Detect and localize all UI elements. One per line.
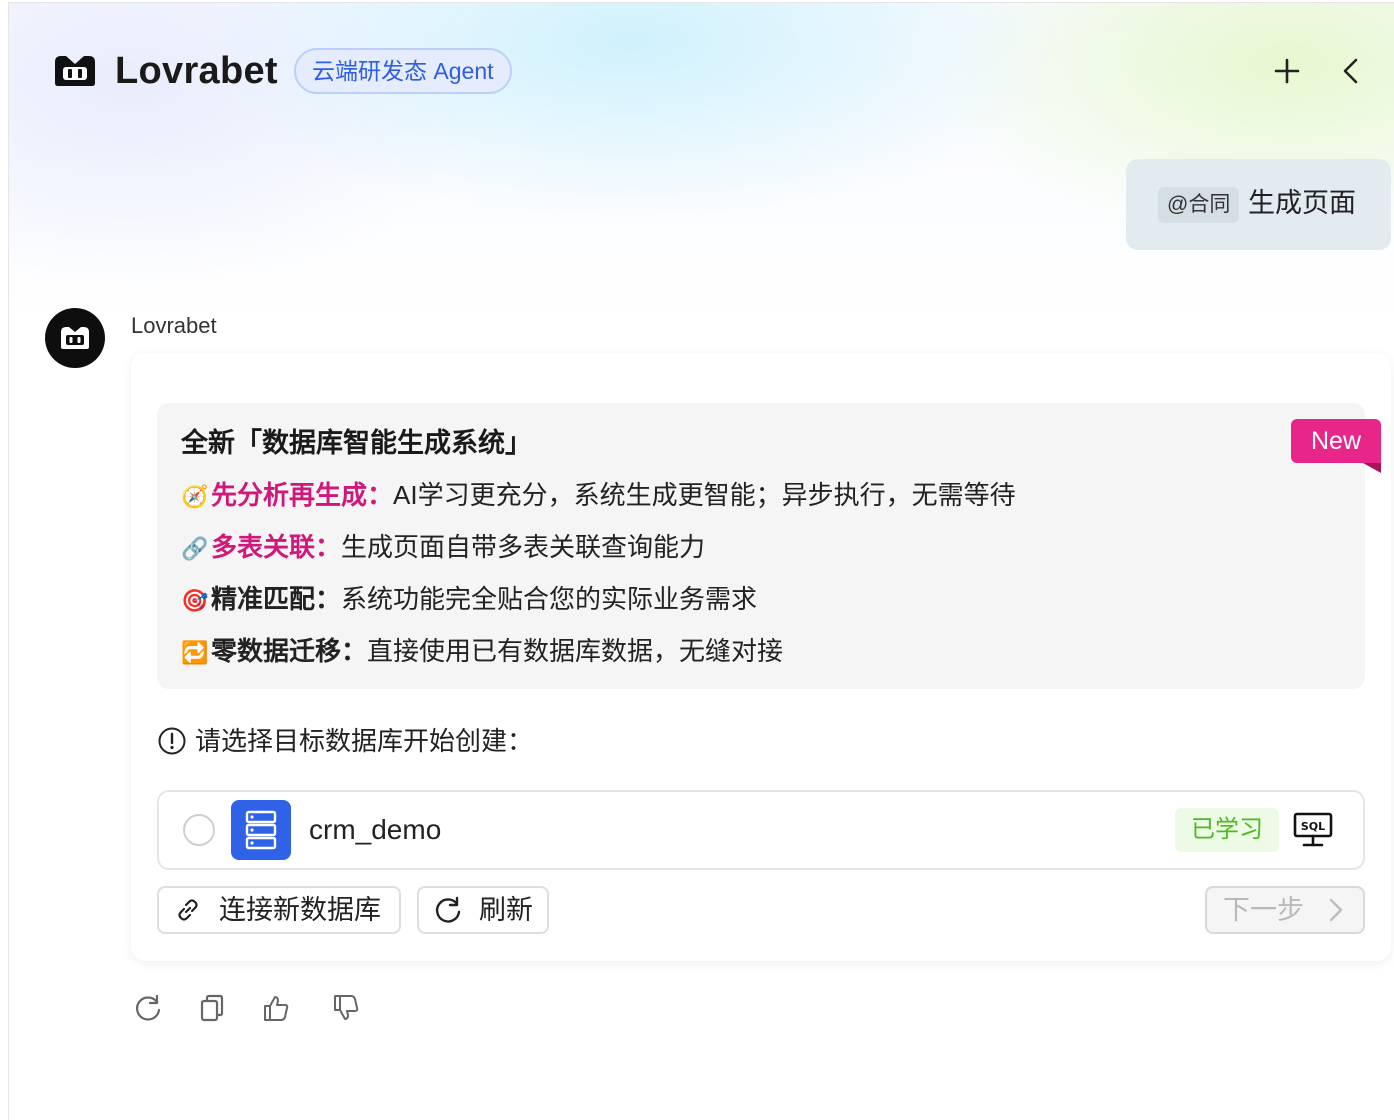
promo-title: 全新「数据库智能生成系统」 [181,428,532,458]
lovrabet-logo-icon [55,56,95,86]
user-message-text: 生成页面 [1248,188,1356,218]
link-icon [178,899,198,921]
refresh-icon [435,896,461,923]
new-badge-tail [1363,463,1381,473]
feature-text: 系统功能完全贴合您的实际业务需求 [341,584,758,614]
database-icon [231,800,291,860]
brand-name: Lovrabet [115,50,278,92]
feature-key: 精准匹配： [211,584,342,614]
hint-text: 请选择目标数据库开始创建： [195,726,534,756]
feature-text: 生成页面自带多表关联查询能力 [341,532,706,562]
database-option[interactable]: crm_demo 已学习 SQL [157,790,1365,870]
sql-console-icon[interactable]: SQL [1293,812,1333,848]
new-badge: New [1291,419,1381,463]
feature-key: 多表关联： [211,532,342,562]
chevron-left-icon[interactable] [1335,55,1367,87]
info-icon [158,727,186,755]
feature-item: 🎯精准匹配：系统功能完全贴合您的实际业务需求 [181,581,757,619]
copy-icon[interactable] [197,993,227,1023]
feature-key: 先分析再生成： [211,480,394,510]
select-database-hint: 请选择目标数据库开始创建： [157,723,533,759]
regenerate-icon[interactable] [133,993,163,1023]
connect-database-button[interactable]: 连接新数据库 [157,886,401,934]
feature-item: 🔁零数据迁移：直接使用已有数据库数据，无缝对接 [181,633,783,671]
user-message-bubble: @合同 生成页面 [1126,159,1391,250]
feature-item: 🔗多表关联：生成页面自带多表关联查询能力 [181,529,705,567]
feature-text: 直接使用已有数据库数据，无缝对接 [367,636,784,666]
refresh-button[interactable]: 刷新 [417,886,549,934]
agent-mode-badge[interactable]: 云端研发态 Agent [294,48,512,94]
bot-avatar [45,308,105,368]
next-step-button[interactable]: 下一步 [1205,886,1365,934]
learned-status-badge: 已学习 [1175,808,1279,852]
plus-icon[interactable] [1271,55,1303,87]
lovrabet-avatar-icon [61,327,89,349]
bot-response-card: 全新「数据库智能生成系统」 🧭先分析再生成：AI学习更充分，系统生成更智能；异步… [131,353,1391,961]
app-window: Lovrabet 云端研发态 Agent @合同 生成页面 Lovrabet 全… [8,2,1394,1120]
feature-key: 零数据迁移： [211,636,368,666]
target-icon: 🎯 [181,588,209,613]
connect-label: 连接新数据库 [219,895,381,925]
thumbs-up-icon[interactable] [261,993,291,1023]
svg-text:SQL: SQL [1301,820,1325,833]
refresh-label: 刷新 [479,895,533,925]
database-name: crm_demo [309,814,442,845]
mention-chip[interactable]: @合同 [1158,187,1240,223]
link-icon: 🔗 [181,536,209,561]
feature-text: AI学习更充分，系统生成更智能；异步执行，无需等待 [393,480,1016,510]
next-label: 下一步 [1223,895,1304,925]
bot-name: Lovrabet [131,313,217,338]
compass-icon: 🧭 [181,484,209,509]
chevron-right-icon [1329,898,1343,922]
thumbs-down-icon[interactable] [331,993,361,1023]
promo-panel: 全新「数据库智能生成系统」 🧭先分析再生成：AI学习更充分，系统生成更智能；异步… [157,403,1365,689]
feature-item: 🧭先分析再生成：AI学习更充分，系统生成更智能；异步执行，无需等待 [181,477,1016,515]
repeat-icon: 🔁 [181,640,209,665]
database-radio[interactable] [183,814,215,846]
